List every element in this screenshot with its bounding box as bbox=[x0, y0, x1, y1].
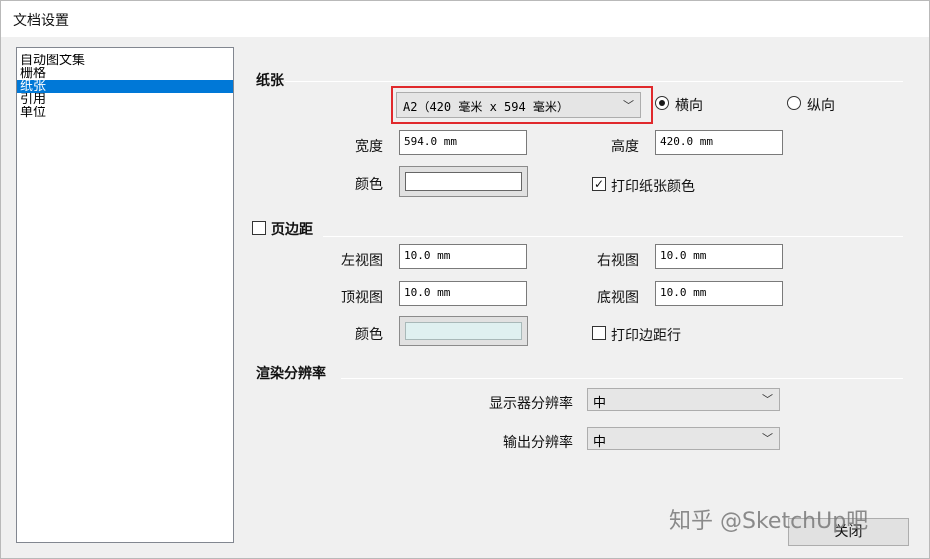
sidebar-item-grid[interactable]: 栅格 bbox=[17, 67, 233, 80]
margins-section-title: 页边距 bbox=[271, 222, 313, 238]
display-resolution-select[interactable]: 中 ﹀ bbox=[587, 388, 780, 411]
print-paper-color-label: 打印纸张颜色 bbox=[611, 179, 695, 195]
landscape-label: 横向 bbox=[675, 98, 703, 114]
chevron-down-icon: ﹀ bbox=[762, 432, 773, 445]
chevron-down-icon: ﹀ bbox=[762, 393, 773, 406]
title-bar[interactable]: 文档设置 bbox=[1, 1, 929, 37]
output-resolution-value: 中 bbox=[593, 435, 607, 450]
top-margin-input[interactable]: 10.0 mm bbox=[399, 281, 527, 306]
output-resolution-select[interactable]: 中 ﹀ bbox=[587, 427, 780, 450]
width-input[interactable]: 594.0 mm bbox=[399, 130, 527, 155]
print-paper-color-checkbox[interactable]: ✓ bbox=[592, 177, 606, 191]
print-margins-checkbox[interactable] bbox=[592, 326, 606, 340]
resolution-divider bbox=[341, 378, 903, 379]
portrait-label: 纵向 bbox=[807, 98, 835, 114]
sidebar-item-references[interactable]: 引用 bbox=[17, 93, 233, 106]
print-margins-label: 打印边距行 bbox=[611, 328, 681, 344]
landscape-radio[interactable] bbox=[655, 96, 669, 110]
window-title: 文档设置 bbox=[13, 13, 69, 29]
top-margin-label: 顶视图 bbox=[341, 290, 383, 306]
settings-category-list[interactable]: 自动图文集 栅格 纸张 引用 单位 bbox=[16, 47, 234, 543]
margins-divider bbox=[323, 236, 903, 237]
width-label: 宽度 bbox=[355, 139, 383, 155]
paper-color-label: 颜色 bbox=[355, 177, 383, 193]
height-label: 高度 bbox=[611, 139, 639, 155]
paper-section-title: 纸张 bbox=[256, 73, 284, 89]
watermark: 知乎 @SketchUp吧 bbox=[669, 509, 869, 534]
paper-divider bbox=[285, 81, 903, 82]
paper-color-button[interactable] bbox=[399, 166, 528, 197]
output-resolution-label: 输出分辨率 bbox=[503, 435, 573, 451]
sidebar-item-autotext[interactable]: 自动图文集 bbox=[17, 54, 233, 67]
display-resolution-label: 显示器分辨率 bbox=[489, 396, 573, 412]
right-margin-input[interactable]: 10.0 mm bbox=[655, 244, 783, 269]
margin-color-label: 颜色 bbox=[355, 327, 383, 343]
margin-color-button[interactable] bbox=[399, 316, 528, 346]
height-input[interactable]: 420.0 mm bbox=[655, 130, 783, 155]
paper-size-value: A2（420 毫米 x 594 毫米） bbox=[403, 100, 569, 114]
margins-checkbox[interactable] bbox=[252, 221, 266, 235]
chevron-down-icon: ﹀ bbox=[623, 99, 634, 112]
paper-color-swatch bbox=[405, 172, 522, 191]
margin-color-swatch bbox=[405, 322, 522, 340]
document-settings-dialog: 文档设置 自动图文集 栅格 纸张 引用 单位 纸张 A2（420 毫米 x 59… bbox=[0, 0, 930, 559]
display-resolution-value: 中 bbox=[593, 396, 607, 411]
portrait-radio[interactable] bbox=[787, 96, 801, 110]
bottom-margin-label: 底视图 bbox=[597, 290, 639, 306]
sidebar-item-units[interactable]: 单位 bbox=[17, 106, 233, 119]
bottom-margin-input[interactable]: 10.0 mm bbox=[655, 281, 783, 306]
resolution-section-title: 渲染分辨率 bbox=[256, 366, 326, 382]
left-margin-input[interactable]: 10.0 mm bbox=[399, 244, 527, 269]
right-margin-label: 右视图 bbox=[597, 253, 639, 269]
paper-size-select[interactable]: A2（420 毫米 x 594 毫米） ﹀ bbox=[396, 92, 641, 118]
sidebar-item-paper[interactable]: 纸张 bbox=[17, 80, 233, 93]
left-margin-label: 左视图 bbox=[341, 253, 383, 269]
